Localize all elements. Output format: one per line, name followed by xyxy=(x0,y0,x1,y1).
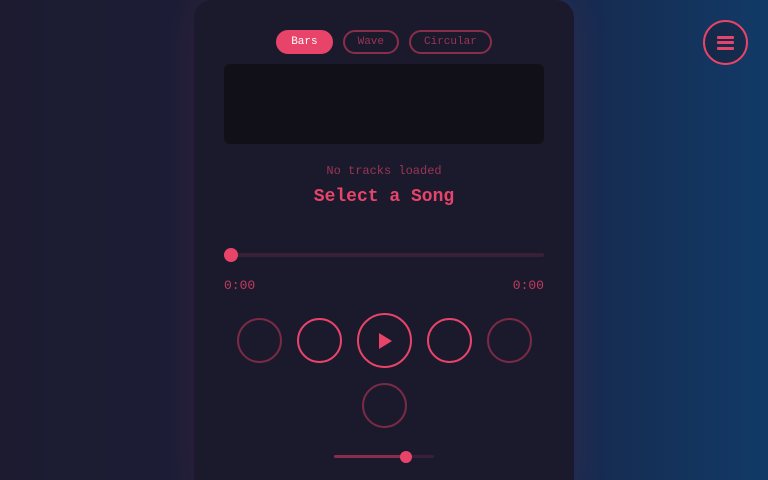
next-button[interactable] xyxy=(427,318,472,363)
repeat-button[interactable] xyxy=(487,318,532,363)
progress-bar[interactable] xyxy=(224,248,544,262)
tab-bars[interactable]: Bars xyxy=(276,30,333,54)
visualizer-tabs: Bars Wave Circular xyxy=(194,30,574,54)
progress-thumb[interactable] xyxy=(224,248,239,262)
tab-wave[interactable]: Wave xyxy=(342,30,399,54)
track-title: Select a Song xyxy=(313,187,455,207)
volume-thumb[interactable] xyxy=(400,451,412,463)
previous-button[interactable] xyxy=(297,318,342,363)
duration: 0:00 xyxy=(512,278,544,293)
tab-circular[interactable]: Circular xyxy=(409,30,492,54)
menu-icon xyxy=(717,35,734,50)
shuffle-button[interactable] xyxy=(237,318,282,363)
menu-button[interactable] xyxy=(703,20,748,65)
playlist-button[interactable] xyxy=(362,383,407,428)
play-button[interactable] xyxy=(357,313,412,368)
player-card: Bars Wave Circular No tracks loaded Sele… xyxy=(194,0,574,480)
playlist-status: No tracks loaded xyxy=(326,164,442,178)
play-icon xyxy=(378,332,392,349)
current-time: 0:00 xyxy=(224,278,256,293)
volume-fill xyxy=(334,455,406,458)
volume-slider[interactable] xyxy=(334,451,434,463)
visualizer-canvas xyxy=(224,64,544,144)
